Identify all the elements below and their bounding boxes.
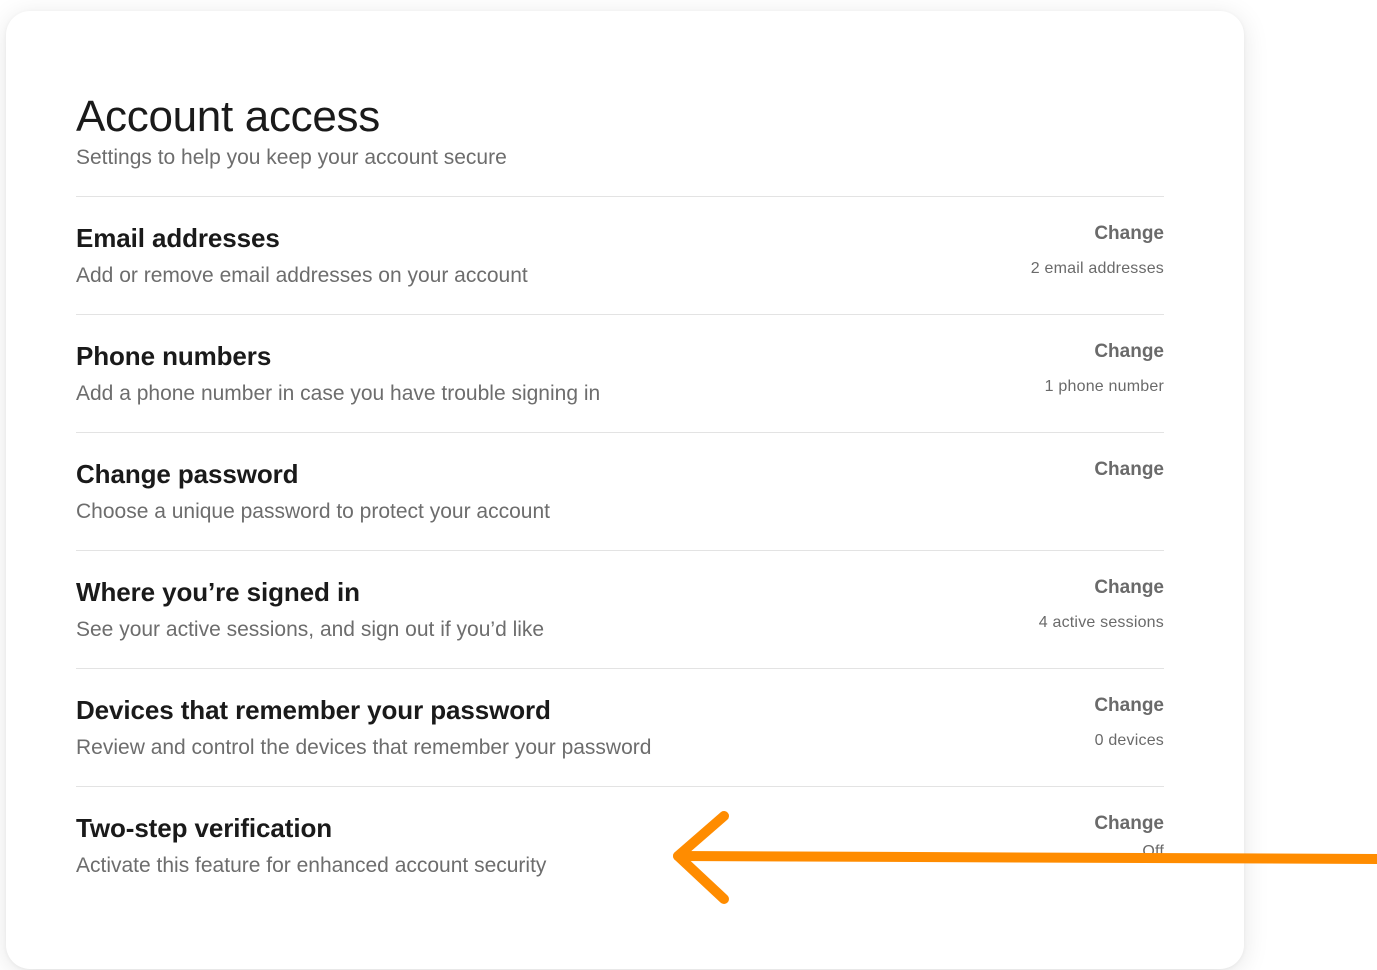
page-subtitle: Settings to help you keep your account s… [76,146,507,169]
two-step-status: Off [1142,843,1164,860]
row-title: Where you’re signed in [76,577,360,607]
row-title: Two-step verification [76,813,333,843]
settings-row-password: Change password Choose a unique password… [76,432,1164,550]
devices-count-status: 0 devices [1094,732,1164,749]
row-description: Choose a unique password to protect your… [76,500,550,523]
row-title: Phone numbers [76,341,272,371]
row-description: Add or remove email addresses on your ac… [76,264,528,287]
row-title: Email addresses [76,223,280,253]
sessions-count-status: 4 active sessions [1038,614,1164,631]
row-description: Review and control the devices that reme… [76,736,652,759]
row-description: Add a phone number in case you have trou… [76,382,601,405]
settings-list: Email addresses Add or remove email addr… [76,196,1164,906]
change-password-button[interactable]: Change [1094,459,1164,481]
settings-row-devices: Devices that remember your password Revi… [76,668,1164,786]
settings-row-phone: Phone numbers Add a phone number in case… [76,314,1164,432]
settings-row-two-step: Two-step verification Activate this feat… [76,786,1164,906]
row-title: Devices that remember your password [76,695,551,725]
row-description: Activate this feature for enhanced accou… [76,854,547,877]
phone-count-status: 1 phone number [1044,378,1164,395]
change-sessions-button[interactable]: Change [1094,577,1164,599]
change-two-step-button[interactable]: Change [1094,813,1164,835]
page-title: Account access [76,92,380,141]
change-email-button[interactable]: Change [1094,223,1164,245]
settings-row-sessions: Where you’re signed in See your active s… [76,550,1164,668]
email-count-status: 2 email addresses [1030,260,1164,277]
row-description: See your active sessions, and sign out i… [76,618,545,641]
row-title: Change password [76,459,299,489]
change-devices-button[interactable]: Change [1094,695,1164,717]
settings-row-email: Email addresses Add or remove email addr… [76,196,1164,314]
change-phone-button[interactable]: Change [1094,341,1164,363]
